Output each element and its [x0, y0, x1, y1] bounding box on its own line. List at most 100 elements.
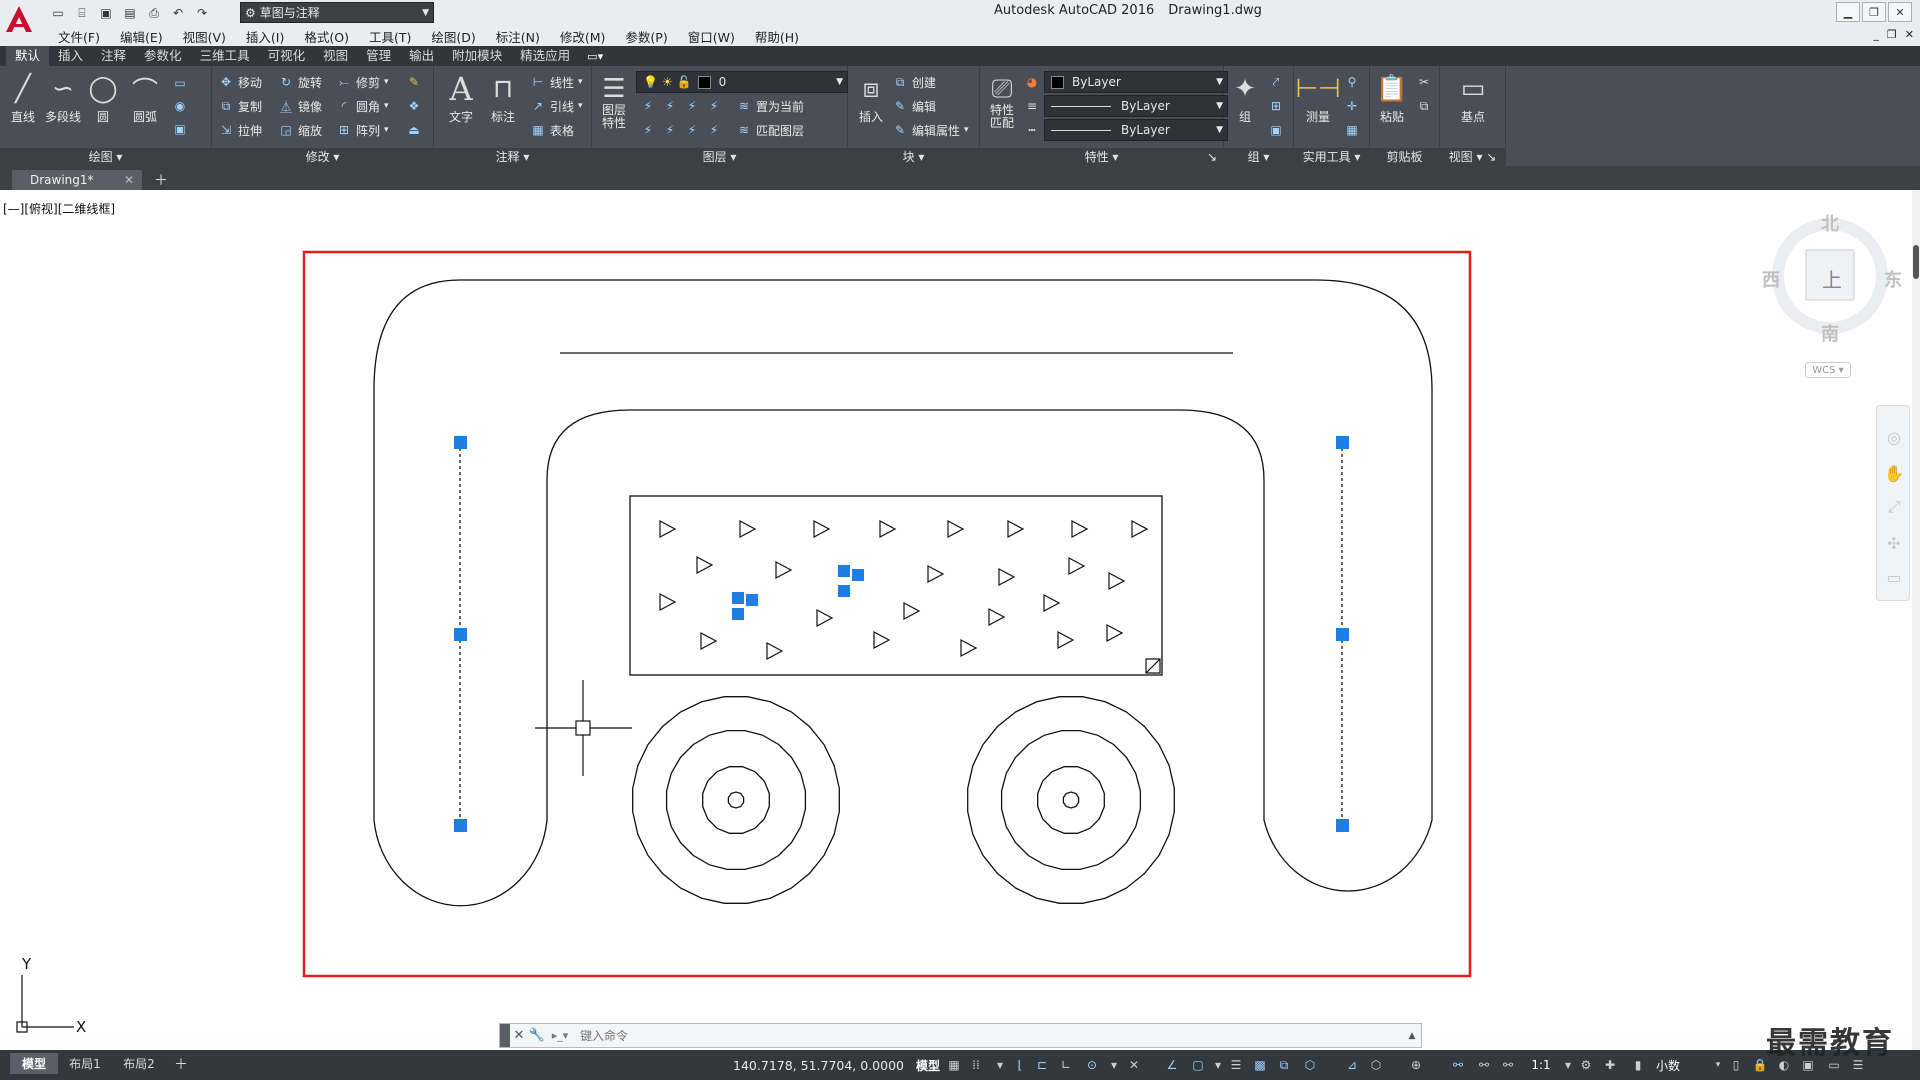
text-button[interactable]: A 文字 [440, 70, 482, 125]
left-wheel[interactable] [632, 696, 840, 904]
annotation-visibility-icon[interactable]: ⚯ [1450, 1055, 1466, 1075]
rotate-button[interactable]: ↻ 旋转 [278, 71, 322, 93]
menu-tools[interactable]: 工具(T) [359, 27, 421, 46]
open-file-icon[interactable]: ⌸ [72, 4, 92, 22]
wcs-menu[interactable]: WCS ▾ [1805, 362, 1851, 378]
move-button[interactable]: ✥ 移动 [218, 71, 262, 93]
erase-button[interactable]: ✎ [406, 71, 422, 93]
menu-format[interactable]: 格式(O) [294, 27, 359, 46]
hatch-button[interactable]: ◉ [172, 95, 188, 117]
panel-layers-title[interactable]: 图层 ▾ [592, 148, 847, 166]
layer-lock-button[interactable]: ⚡ [706, 95, 722, 117]
viewcube-north[interactable]: 北 [1821, 210, 1839, 236]
dimension-button[interactable]: ⊓ 标注 [482, 70, 524, 125]
restore-icon[interactable]: ❐ [1862, 2, 1886, 22]
viewcube-south[interactable]: 南 [1821, 320, 1839, 346]
leader-button[interactable]: ↗ 引线 ▾ [530, 95, 583, 117]
grip[interactable] [1336, 436, 1349, 449]
annotation-scale-value[interactable]: 1:1 [1524, 1050, 1558, 1080]
rectangle-button[interactable]: ▭ [172, 72, 188, 94]
units-dropdown-icon[interactable]: ▾ [1712, 1050, 1724, 1080]
cut-button[interactable]: ✂ [1416, 71, 1432, 93]
array-button[interactable]: ⊞ 阵列 ▾ [336, 119, 389, 141]
command-input[interactable] [574, 1024, 1403, 1047]
menu-window[interactable]: 窗口(W) [678, 27, 745, 46]
undo-icon[interactable]: ↶ [168, 4, 188, 22]
panel-draw-title[interactable]: 绘图 ▾ [0, 148, 211, 166]
layer-off-button[interactable]: ⚡ [640, 95, 656, 117]
scale-dropdown-icon[interactable]: ▾ [1560, 1055, 1576, 1075]
annotation-scale-icon[interactable]: ⚯ [1500, 1055, 1516, 1075]
fillet-button[interactable]: ◜ 圆角 ▾ [336, 95, 389, 117]
menu-dimension[interactable]: 标注(N) [486, 27, 550, 46]
dynamic-ucs-icon[interactable]: ⊿ [1344, 1055, 1360, 1075]
hatch-boundary-rectangle[interactable] [629, 495, 1163, 676]
boundary-button[interactable]: ▣ [172, 118, 188, 140]
units-icon[interactable]: ▮ [1630, 1055, 1646, 1075]
osnap-dropdown-icon[interactable]: ▾ [1210, 1055, 1226, 1075]
viewcube-top-face[interactable]: 上 [1822, 264, 1842, 293]
menu-help[interactable]: 帮助(H) [745, 27, 809, 46]
right-wheel[interactable] [967, 696, 1175, 904]
layer-properties-button[interactable]: ☰ 图层 特性 [594, 70, 634, 130]
steering-wheel-icon[interactable]: ◎ [1885, 428, 1903, 447]
group-select-button[interactable]: ▣ [1268, 119, 1284, 141]
grip[interactable] [732, 608, 744, 620]
panel-annotation-title[interactable]: 注释 ▾ [434, 148, 591, 166]
layer-isolate-button[interactable]: ⚡ [662, 95, 678, 117]
ribbon-display-toggle-icon[interactable]: ▭▾ [579, 50, 611, 63]
menu-modify[interactable]: 修改(M) [550, 27, 616, 46]
show-motion-icon[interactable]: ▭ [1885, 568, 1903, 587]
line-button[interactable]: ╱ 直线 [2, 70, 44, 125]
auto-scale-icon[interactable]: ⚯ [1476, 1055, 1492, 1075]
snap-dropdown-icon[interactable]: ▾ [992, 1055, 1008, 1075]
layer-on-button[interactable]: ⚡ [640, 119, 656, 141]
isodraft-icon[interactable]: ✕ [1126, 1055, 1142, 1075]
viewcube-east[interactable]: 东 [1884, 266, 1902, 292]
panel-modify-title[interactable]: 修改 ▾ [212, 148, 433, 166]
doc-close-icon[interactable]: ✕ [1905, 28, 1914, 41]
lineweight-display-icon[interactable]: ☰ [1228, 1055, 1244, 1075]
new-file-icon[interactable]: ▭ [48, 4, 68, 22]
tab-annotate[interactable]: 注释 [92, 46, 135, 66]
scrollbar-thumb[interactable] [1913, 245, 1919, 279]
mirror-button[interactable]: ⏅ 镜像 [278, 95, 322, 117]
plot-icon[interactable]: ⎙ [144, 4, 164, 22]
vertical-scrollbar[interactable] [1912, 190, 1920, 1050]
linetype-button[interactable]: ┅ [1024, 119, 1040, 141]
tab-output[interactable]: 输出 [400, 46, 443, 66]
layer-thaw-button[interactable]: ⚡ [684, 119, 700, 141]
3d-osnap-icon[interactable]: ⬡ [1302, 1055, 1318, 1075]
polar-tracking-icon[interactable]: ⊙ [1084, 1055, 1100, 1075]
coordinate-readout[interactable]: 140.7178, 51.7704, 0.0000 [728, 1050, 908, 1080]
ungroup-button[interactable]: ⤤ [1268, 71, 1284, 93]
viewport-controls-label[interactable]: [—][俯视][二维线框] [3, 200, 115, 217]
grip[interactable] [732, 592, 744, 604]
panel-view-title[interactable]: 视图 ▾ ↘ [1440, 148, 1505, 166]
grip[interactable] [1336, 819, 1349, 832]
tab-home[interactable]: 默认 [6, 46, 50, 66]
command-history-up-icon[interactable]: ▲ [1403, 1031, 1421, 1041]
linear-button[interactable]: ⊢ 线性 ▾ [530, 71, 583, 93]
tab-visualize[interactable]: 可视化 [259, 46, 315, 66]
stretch-button[interactable]: ⇲ 拉伸 [218, 119, 262, 141]
annotation-monitor-icon[interactable]: ✚ [1602, 1055, 1618, 1075]
object-snap-tracking-icon[interactable]: ∠ [1164, 1055, 1180, 1075]
command-prompt-icon[interactable]: ▸_▾ [546, 1026, 574, 1046]
tab-parametric[interactable]: 参数化 [135, 46, 191, 66]
insert-block-button[interactable]: ⧈ 插入 [850, 70, 892, 125]
command-line-grip[interactable] [500, 1024, 510, 1047]
match-properties-button[interactable]: ⎚ 特性 匹配 [982, 70, 1022, 130]
quick-select-button[interactable]: ⚲ [1344, 71, 1360, 93]
tab-3d-tools[interactable]: 三维工具 [191, 46, 259, 66]
explode-button[interactable]: ❖ [406, 95, 422, 117]
grip[interactable] [852, 569, 864, 581]
outer-body-outline[interactable] [373, 279, 1433, 907]
grip[interactable] [746, 594, 758, 606]
object-snap-icon[interactable]: ▢ [1190, 1055, 1206, 1075]
viewcube-west[interactable]: 西 [1762, 266, 1780, 292]
ortho-mode-icon[interactable]: ∟ [1058, 1055, 1074, 1075]
tab-addins[interactable]: 附加模块 [443, 46, 511, 66]
menu-draw[interactable]: 绘图(D) [421, 27, 485, 46]
selection-cycling-icon[interactable]: ⧉ [1276, 1055, 1292, 1075]
